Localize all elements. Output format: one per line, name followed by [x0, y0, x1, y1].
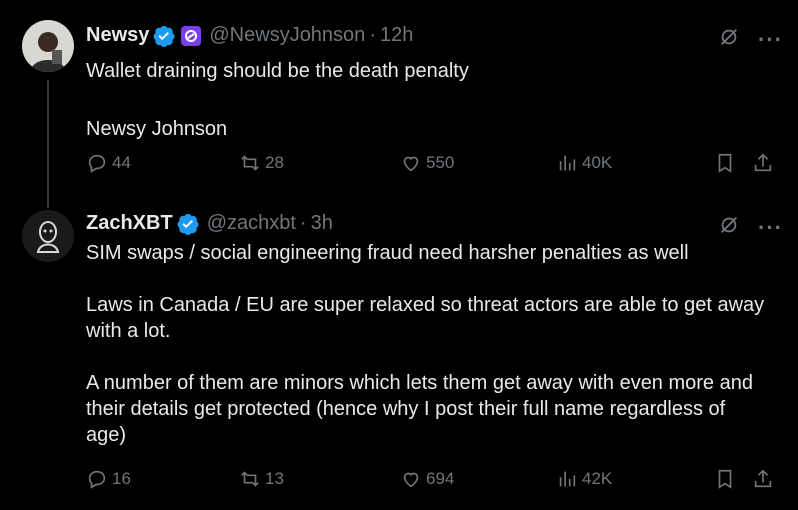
verified-icon	[177, 213, 199, 235]
tweet-top-actions: ···	[718, 214, 783, 241]
retweet-icon	[241, 155, 259, 171]
share-icon	[754, 469, 772, 488]
action-bar: 44 28 550 40K	[86, 152, 786, 182]
tweet-line: SIM swaps / social engineering fraud nee…	[86, 242, 689, 264]
timestamp[interactable]: 12h	[380, 24, 413, 47]
retweet-icon	[241, 471, 259, 487]
tweet-zachxbt[interactable]: ZachXBT @zachxbt · 3h ··· SIM swaps / so…	[0, 196, 798, 510]
author-handle[interactable]: @zachxbt	[207, 212, 296, 235]
separator: ·	[369, 24, 376, 46]
tweet-line: their details get protected (hence why I…	[86, 398, 726, 420]
views-icon	[559, 155, 576, 171]
tweet-line: Laws in Canada / EU are super relaxed so…	[86, 294, 765, 316]
tweet-line: with a lot.	[86, 320, 171, 342]
tweet-text: Wallet draining should be the death pena…	[86, 58, 786, 142]
reply-icon	[88, 470, 106, 489]
bookmark-button[interactable]	[714, 152, 740, 174]
tweet-header: ZachXBT @zachxbt · 3h	[86, 212, 333, 235]
tweet-header: Newsy @NewsyJohnson · 12h	[86, 24, 413, 47]
reply-count: 16	[112, 469, 131, 488]
views-icon	[559, 471, 576, 487]
tweet-line: A number of them are minors which lets t…	[86, 372, 753, 394]
bookmark-icon	[718, 153, 732, 173]
views-button[interactable]: 42K	[556, 468, 612, 490]
reply-count: 44	[112, 153, 131, 172]
tweet-line: Wallet draining should be the death pena…	[86, 60, 469, 82]
retweet-button[interactable]: 28	[239, 152, 284, 174]
avatar-zachxbt[interactable]	[22, 210, 74, 262]
view-count: 40K	[582, 153, 613, 172]
like-icon	[403, 156, 419, 172]
like-button[interactable]: 550	[400, 152, 454, 174]
tweet-line: age)	[86, 424, 127, 446]
tweet-newsy[interactable]: Newsy @NewsyJohnson · 12h ··· Wallet dra…	[0, 0, 798, 208]
affiliate-badge-icon[interactable]	[181, 25, 202, 46]
like-icon	[403, 472, 419, 488]
action-bar: 16 13 694 42K	[86, 468, 786, 498]
tweet-text: SIM swaps / social engineering fraud nee…	[86, 240, 786, 448]
like-count: 550	[426, 153, 455, 172]
share-icon	[754, 153, 772, 172]
like-button[interactable]: 694	[400, 468, 454, 490]
share-button[interactable]	[752, 152, 778, 174]
bookmark-icon	[718, 469, 732, 489]
reply-icon	[88, 154, 106, 173]
retweet-count: 28	[265, 153, 284, 172]
bookmark-button[interactable]	[714, 468, 740, 490]
reply-button[interactable]: 16	[86, 468, 131, 490]
share-button[interactable]	[752, 468, 778, 490]
author-name[interactable]: Newsy	[86, 24, 149, 47]
tweet-line: Newsy Johnson	[86, 118, 228, 140]
author-name[interactable]: ZachXBT	[86, 212, 173, 235]
verified-icon	[153, 25, 175, 47]
thread-line	[47, 80, 49, 208]
like-count: 694	[426, 469, 455, 488]
avatar-newsy[interactable]	[22, 20, 74, 72]
view-count: 42K	[582, 469, 613, 488]
reply-button[interactable]: 44	[86, 152, 131, 174]
grok-icon[interactable]	[718, 26, 740, 53]
grok-icon[interactable]	[718, 214, 740, 241]
views-button[interactable]: 40K	[556, 152, 612, 174]
tweet-top-actions: ···	[718, 26, 783, 53]
separator: ·	[299, 212, 307, 234]
more-icon[interactable]: ···	[758, 27, 783, 53]
retweet-button[interactable]: 13	[239, 468, 284, 490]
timestamp[interactable]: 3h	[311, 212, 333, 235]
retweet-count: 13	[265, 469, 284, 488]
more-icon[interactable]: ···	[758, 215, 783, 241]
author-handle[interactable]: @NewsyJohnson	[209, 24, 365, 47]
